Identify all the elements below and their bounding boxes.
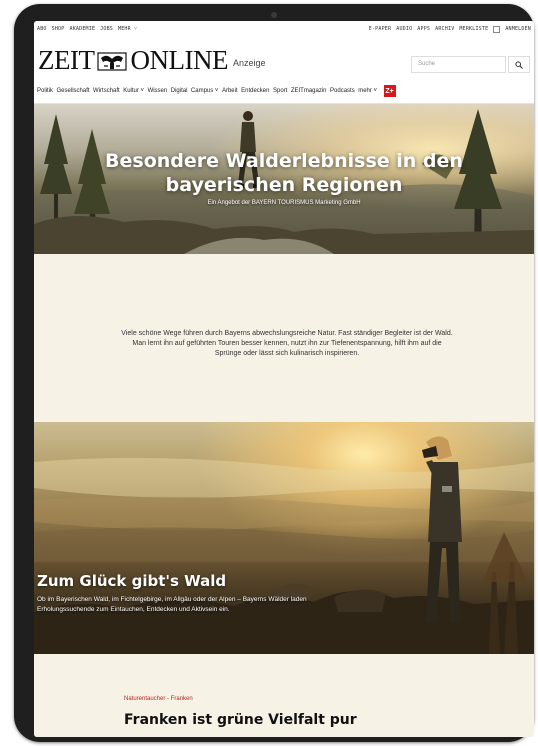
nav-item-zeitmagazin[interactable]: ZEITmagazin: [291, 88, 327, 94]
intro-paragraph: Viele schöne Wege führen durch Bayerns a…: [121, 330, 453, 357]
link-archiv[interactable]: ARCHIV: [435, 26, 454, 32]
nav-item-podcasts[interactable]: Podcasts: [330, 88, 355, 94]
nav-item-entdecken[interactable]: Entdecken: [241, 88, 269, 94]
nav-item-gesellschaft[interactable]: Gesellschaft: [57, 88, 90, 94]
nav-item-digital[interactable]: Digital: [171, 88, 188, 94]
teaser-landscape-image: [34, 436, 534, 654]
eagle-logo-icon: [97, 51, 128, 71]
tablet-frame: ABO SHOP AKADEMIE JOBS MEHR ˅ E-PAPER AU…: [14, 4, 534, 742]
hero-title-line2: bayerischen Regionen: [165, 174, 403, 196]
search-input[interactable]: Suche: [411, 56, 506, 73]
teaser-description: Ob im Bayerischen Wald, im Fichtelgebirg…: [37, 596, 307, 613]
hero-subtitle: Ein Angebot der BAYERN TOURISMUS Marketi…: [207, 200, 361, 206]
logo-word-zeit: ZEIT: [38, 45, 95, 75]
nav-item-politik[interactable]: Politik: [37, 88, 53, 94]
link-jobs[interactable]: JOBS: [100, 26, 113, 32]
nav-item-kultur[interactable]: Kultur ˅: [123, 88, 144, 94]
teaser-forest-luck[interactable]: Zum Glück gibt's Wald Ob im Bayerischen …: [34, 422, 534, 654]
camera-dot: [271, 12, 277, 18]
intro-section: Viele schöne Wege führen durch Bayerns a…: [34, 254, 534, 422]
ad-label: Anzeige: [233, 58, 266, 68]
zplus-badge[interactable]: Z+: [383, 85, 396, 97]
teaser-title: Zum Glück gibt's Wald: [37, 572, 227, 590]
link-epaper[interactable]: E-PAPER: [369, 26, 391, 32]
nav-item-wissen[interactable]: Wissen: [148, 88, 168, 94]
browser-screen: ABO SHOP AKADEMIE JOBS MEHR ˅ E-PAPER AU…: [34, 21, 534, 737]
link-shop[interactable]: SHOP: [52, 26, 65, 32]
search-icon: [515, 60, 523, 69]
link-merkliste[interactable]: MERKLISTE: [459, 26, 488, 32]
site-logo[interactable]: ZEIT ONLINE: [38, 45, 228, 76]
nav-item-sport[interactable]: Sport: [273, 88, 287, 94]
link-audio[interactable]: AUDIO: [396, 26, 412, 32]
nav-item-arbeit[interactable]: Arbeit: [222, 88, 238, 94]
utility-links-left: ABO SHOP AKADEMIE JOBS MEHR ˅: [34, 26, 137, 32]
main-navigation: Politik Gesellschaft Wirtschaft Kultur ˅…: [34, 79, 534, 104]
utility-bar: ABO SHOP AKADEMIE JOBS MEHR ˅ E-PAPER AU…: [34, 21, 534, 37]
hero-banner[interactable]: Besondere Walderlebnisse in den bayerisc…: [34, 104, 534, 254]
nav-item-mehr[interactable]: mehr ˅: [358, 88, 377, 94]
nav-item-wirtschaft[interactable]: Wirtschaft: [93, 88, 120, 94]
link-apps[interactable]: APPS: [417, 26, 430, 32]
login-link[interactable]: ANMELDEN: [505, 26, 531, 32]
utility-links-right: E-PAPER AUDIO APPS ARCHIV MERKLISTE ANME…: [369, 25, 534, 33]
hero-title-line1: Besondere Walderlebnisse in den: [105, 150, 463, 172]
article-teaser[interactable]: Naturentaucher - Franken Franken ist grü…: [34, 654, 534, 737]
merkliste-icon[interactable]: [493, 25, 501, 33]
link-akademie[interactable]: AKADEMIE: [69, 26, 95, 32]
search-button[interactable]: [508, 56, 530, 73]
link-abo[interactable]: ABO: [37, 26, 47, 32]
site-header: ZEIT ONLINE Anzeige Suche: [34, 37, 534, 79]
logo-word-online: ONLINE: [130, 45, 228, 75]
nav-item-campus[interactable]: Campus ˅: [191, 88, 219, 94]
link-mehr[interactable]: MEHR ˅: [118, 26, 137, 32]
article-title[interactable]: Franken ist grüne Vielfalt pur: [124, 712, 357, 728]
article-kicker: Naturentaucher - Franken: [124, 696, 193, 702]
